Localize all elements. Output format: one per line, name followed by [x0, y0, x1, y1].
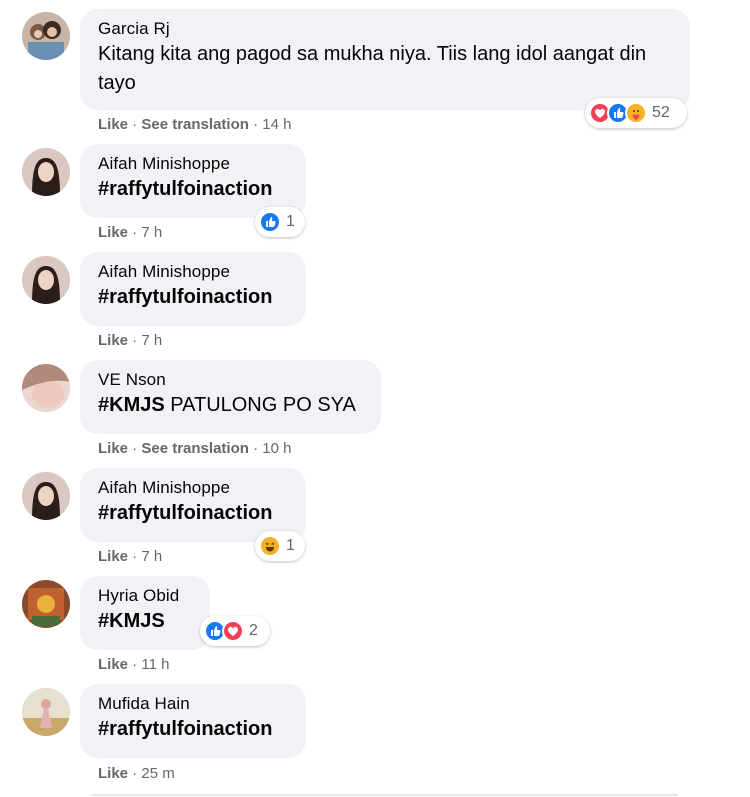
comment-text: Kitang kita ang pagod sa mukha niya. Tii…: [98, 43, 647, 94]
separator: ·: [128, 548, 142, 565]
comment-timestamp[interactable]: 7 h: [141, 332, 162, 349]
like-link[interactable]: Like: [98, 440, 128, 457]
separator: ·: [128, 656, 142, 673]
comment-actions: Like · 7 h: [98, 224, 162, 241]
comment-actions: Like · 11 h: [98, 656, 169, 673]
comment-text: #KMJS: [98, 610, 165, 632]
reaction-summary[interactable]: 2: [200, 616, 270, 646]
comment-text: #raffytulfoinaction: [98, 178, 273, 200]
comment-author[interactable]: VE Nson: [98, 369, 363, 391]
comment-actions: Like · See translation · 10 h: [98, 440, 291, 457]
like-link[interactable]: Like: [98, 656, 128, 673]
like-link[interactable]: Like: [98, 548, 128, 565]
comment-bubble: Aifah Minishoppe #raffytulfoinaction: [80, 252, 306, 326]
avatar[interactable]: [22, 12, 70, 60]
haha-icon: [259, 535, 281, 557]
comment-text-rest: PATULONG PO SYA: [164, 394, 356, 416]
avatar[interactable]: [22, 580, 70, 628]
reaction-count: 52: [652, 104, 670, 121]
comment-author[interactable]: Mufida Hain: [98, 693, 288, 715]
comment-timestamp[interactable]: 14 h: [262, 116, 291, 133]
separator: ·: [128, 332, 142, 349]
comment-author[interactable]: Aifah Minishoppe: [98, 261, 288, 283]
comment-actions: Like · 7 h: [98, 332, 162, 349]
divider: [92, 794, 678, 796]
comment-text: #raffytulfoinaction: [98, 286, 273, 308]
reaction-summary[interactable]: 1: [255, 207, 305, 237]
avatar[interactable]: [22, 256, 70, 304]
separator: ·: [128, 440, 142, 457]
reaction-count: 1: [286, 213, 295, 230]
like-icon: [259, 211, 281, 233]
separator: ·: [128, 765, 142, 782]
comment-timestamp[interactable]: 10 h: [262, 440, 291, 457]
comment-timestamp[interactable]: 11 h: [141, 656, 169, 673]
comment-bubble: Hyria Obid #KMJS: [80, 576, 210, 650]
see-translation-link[interactable]: See translation: [141, 440, 249, 457]
comment-text: #raffytulfoinaction: [98, 502, 273, 524]
care-icon: [625, 102, 647, 124]
separator: ·: [248, 440, 263, 457]
comment-text: #raffytulfoinaction: [98, 718, 273, 740]
like-link[interactable]: Like: [98, 332, 128, 349]
like-link[interactable]: Like: [98, 224, 128, 241]
comment-author[interactable]: Hyria Obid: [98, 585, 192, 607]
comment-bubble: VE Nson #KMJS PATULONG PO SYA: [80, 360, 381, 434]
comment-actions: Like · 7 h: [98, 548, 162, 565]
separator: ·: [128, 224, 142, 241]
separator: ·: [248, 116, 263, 133]
comment-actions: Like · See translation · 14 h: [98, 116, 291, 133]
separator: ·: [128, 116, 142, 133]
hashtag-link[interactable]: #KMJS: [98, 394, 165, 416]
like-link[interactable]: Like: [98, 765, 128, 782]
comment-timestamp[interactable]: 7 h: [141, 224, 162, 241]
reaction-count: 2: [249, 622, 258, 639]
see-translation-link[interactable]: See translation: [141, 116, 249, 133]
reaction-count: 1: [286, 537, 295, 554]
comment-actions: Like · 25 m: [98, 765, 175, 782]
like-link[interactable]: Like: [98, 116, 128, 133]
avatar[interactable]: [22, 472, 70, 520]
comment-bubble: Garcia Rj Kitang kita ang pagod sa mukha…: [80, 9, 690, 110]
avatar[interactable]: [22, 364, 70, 412]
comment-timestamp[interactable]: 7 h: [141, 548, 162, 565]
heart-icon: [222, 620, 244, 642]
comment-bubble: Mufida Hain #raffytulfoinaction: [80, 684, 306, 758]
avatar[interactable]: [22, 688, 70, 736]
comment-author[interactable]: Aifah Minishoppe: [98, 477, 288, 499]
reaction-summary[interactable]: 1: [255, 531, 305, 561]
comment-timestamp[interactable]: 25 m: [141, 765, 174, 782]
reaction-summary[interactable]: 52: [585, 98, 687, 128]
comment-author[interactable]: Aifah Minishoppe: [98, 153, 288, 175]
comment-text: #KMJS PATULONG PO SYA: [98, 391, 363, 420]
comment-author[interactable]: Garcia Rj: [98, 18, 672, 40]
avatar[interactable]: [22, 148, 70, 196]
